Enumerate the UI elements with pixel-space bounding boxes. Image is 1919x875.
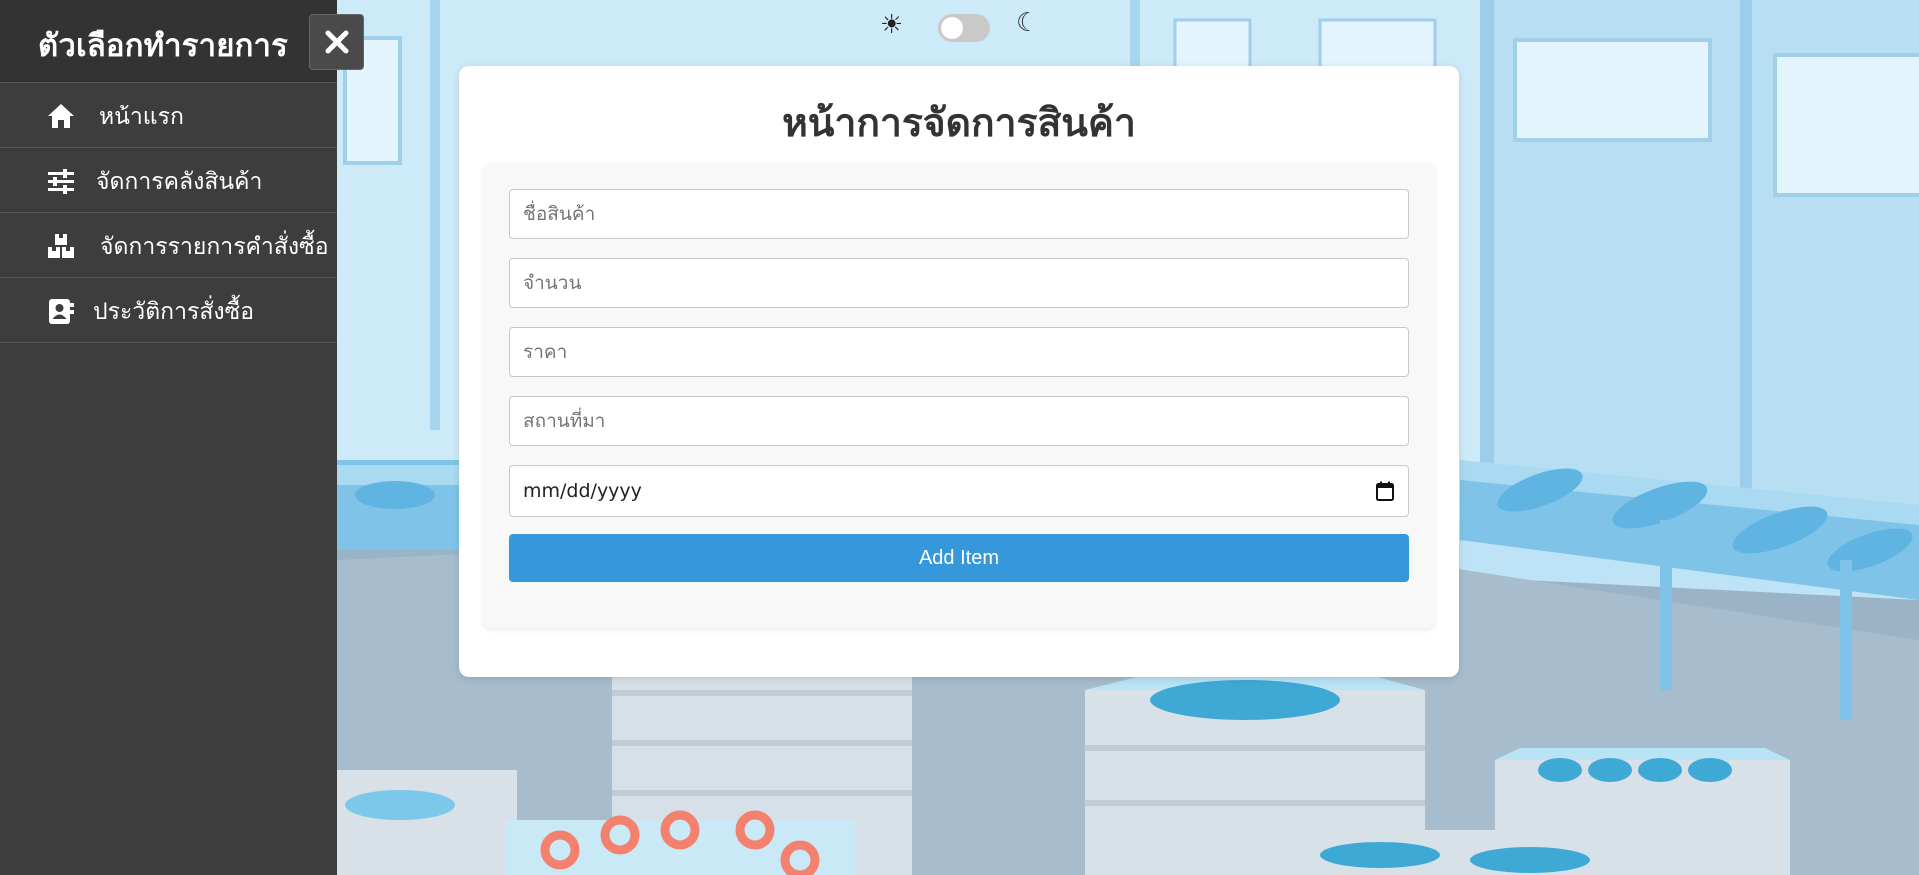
dark-mode-switch[interactable] [938,14,990,42]
close-icon [325,30,348,54]
sun-icon: ☀ [880,10,904,40]
sidebar-item-label: ประวัติการสั่งซื้อ [93,299,255,325]
add-item-form: mm/dd/yyyy Add Item [483,163,1435,628]
add-item-button[interactable]: Add Item [509,534,1409,582]
product-name-input[interactable] [509,189,1409,239]
date-input[interactable]: mm/dd/yyyy [509,465,1409,517]
sidebar-header: ตัวเลือกทำรายการ [0,0,337,83]
sidebar-title: ตัวเลือกทำรายการ [38,28,289,64]
sidebar-item-label: จัดการคลังสินค้า [96,169,263,195]
page-title: หน้าการจัดการสินค้า [782,101,1136,146]
sidebar-item-orders[interactable]: จัดการรายการคำสั่งซื้อ [0,213,337,278]
sidebar-item-home[interactable]: หน้าแรก [0,83,337,148]
sidebar: ตัวเลือกทำรายการ หน้าแรก จัดการคลังสินค้… [0,0,337,875]
sidebar-item-label: หน้าแรก [99,104,184,130]
price-input[interactable] [509,327,1409,377]
date-placeholder: mm/dd/yyyy [523,480,642,502]
sidebar-item-order-history[interactable]: ประวัติการสั่งซื้อ [0,278,337,343]
sidebar-close-button[interactable] [309,14,364,70]
home-icon [48,104,74,128]
product-management-card: หน้าการจัดการสินค้า mm/dd/yyyy Add Item [459,66,1459,677]
quantity-input[interactable] [509,258,1409,308]
switch-knob [941,17,963,39]
moon-icon: ☾ [1016,8,1040,38]
boxes-icon [48,234,74,258]
calendar-icon[interactable] [1376,481,1394,501]
address-book-icon [49,299,74,324]
sliders-icon [48,169,74,194]
sidebar-item-inventory[interactable]: จัดการคลังสินค้า [0,148,337,213]
source-location-input[interactable] [509,396,1409,446]
sidebar-item-label: จัดการรายการคำสั่งซื้อ [100,234,329,260]
